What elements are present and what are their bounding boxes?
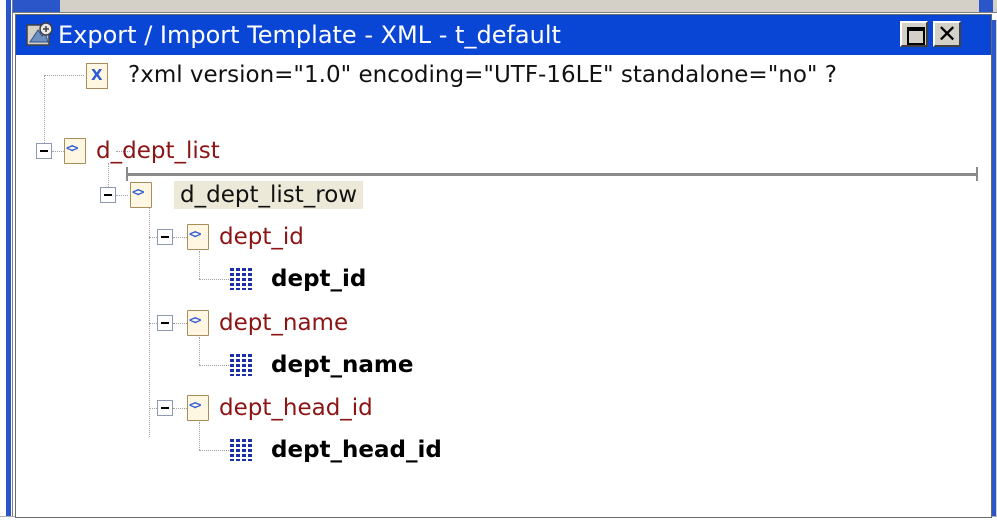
element-icon (187, 224, 209, 250)
dept-id-element-label[interactable]: dept_id (219, 223, 304, 251)
element-icon (187, 310, 209, 336)
collapse-dept-head-id-toggle[interactable] (157, 400, 173, 416)
template-window: Export / Import Template - XML - t_defau… (15, 14, 992, 518)
outer-frame-right-bar (992, 20, 996, 525)
dept-id-column-label[interactable]: dept_id (271, 265, 366, 293)
tree-connector (199, 279, 229, 280)
dept-head-id-column-label[interactable]: dept_head_id (271, 436, 442, 464)
outer-frame-left-bar (6, 0, 11, 525)
root-element-label[interactable]: d_dept_list (96, 137, 220, 165)
element-icon (187, 395, 209, 421)
column-icon (230, 354, 256, 376)
collapse-row-toggle[interactable] (100, 187, 116, 203)
outer-frame-left (0, 0, 13, 525)
divider-cap-right (976, 167, 978, 181)
column-icon (230, 439, 256, 461)
template-icon (26, 22, 53, 46)
dept-name-column-label[interactable]: dept_name (271, 351, 413, 379)
dept-name-element-label[interactable]: dept_name (219, 309, 348, 337)
tree-connector (199, 337, 200, 365)
xml-declaration-label[interactable]: ?xml version="1.0" encoding="UTF-16LE" s… (128, 61, 837, 89)
tree-divider-line (126, 167, 978, 181)
tree-connector (52, 151, 64, 152)
close-button[interactable]: ✕ (933, 20, 961, 48)
collapse-root-toggle[interactable] (36, 143, 52, 159)
tree-connector (173, 237, 187, 238)
collapse-dept-id-toggle[interactable] (157, 229, 173, 245)
collapse-dept-name-toggle[interactable] (157, 315, 173, 331)
outer-frame-accent-left (8, 0, 60, 12)
title-bar[interactable]: Export / Import Template - XML - t_defau… (16, 15, 991, 55)
tree-connector (173, 323, 187, 324)
row-element-label[interactable]: d_dept_list_row (174, 181, 364, 209)
outer-frame-top (0, 0, 997, 13)
tree-connector (173, 408, 187, 409)
element-icon (130, 182, 152, 208)
tree-connector (149, 205, 150, 437)
dept-head-id-element-label[interactable]: dept_head_id (219, 394, 373, 422)
tree-connector (116, 195, 128, 196)
tree-connector (199, 450, 229, 451)
maximize-button[interactable] (900, 21, 928, 47)
xml-declaration-icon (86, 63, 108, 89)
close-icon: ✕ (936, 20, 958, 48)
element-icon (64, 138, 86, 164)
tree-connector (199, 422, 200, 450)
outer-frame-accent-right (979, 0, 993, 12)
tree-connector (199, 251, 200, 279)
column-icon (230, 268, 256, 290)
xml-tree: ?xml version="1.0" encoding="UTF-16LE" s… (16, 55, 991, 517)
tree-connector (199, 365, 229, 366)
divider-cap-left (126, 167, 128, 181)
window-title: Export / Import Template - XML - t_defau… (58, 21, 561, 49)
tree-connector (44, 75, 45, 151)
tree-connector (44, 75, 84, 76)
